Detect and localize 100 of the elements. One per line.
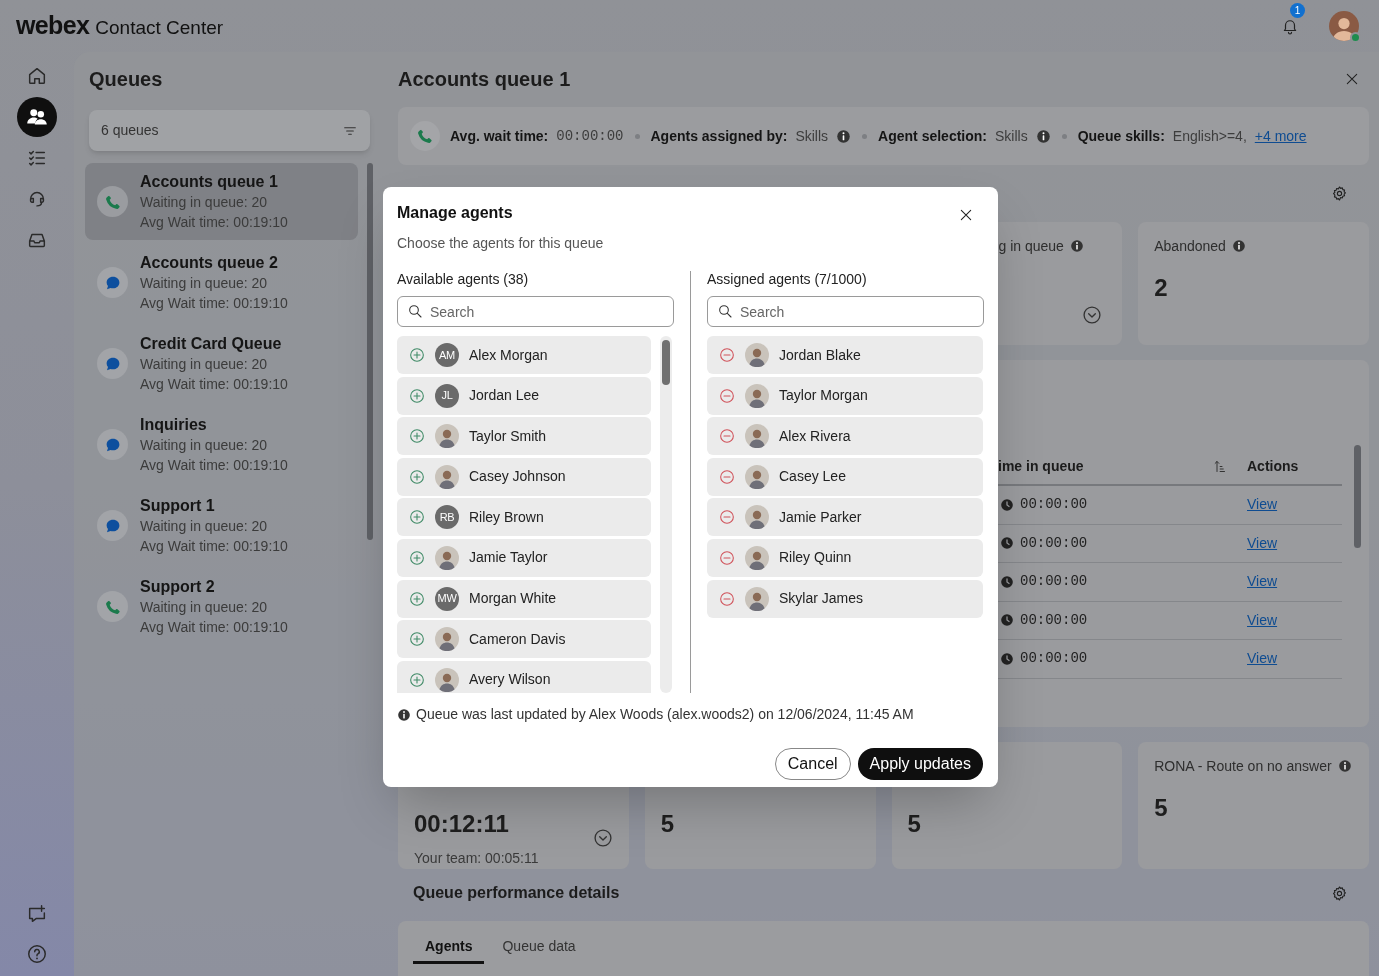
search-field[interactable]: Search xyxy=(707,296,984,327)
agent-row[interactable]: Taylor Smith xyxy=(397,417,651,456)
queue-list-item[interactable]: Inquiries Waiting in queue: 20 Avg Wait time: 00:19:10 xyxy=(85,406,358,483)
add-icon[interactable] xyxy=(409,468,425,485)
agent-row[interactable]: RB Riley Brown xyxy=(397,498,651,537)
queue-name: Accounts queue 2 xyxy=(140,252,279,273)
queue-waiting: Waiting in queue: 20 xyxy=(140,516,269,536)
add-icon[interactable] xyxy=(409,509,425,526)
user-avatar[interactable] xyxy=(1329,11,1359,41)
add-icon[interactable] xyxy=(409,428,425,445)
add-icon[interactable] xyxy=(409,549,425,566)
remove-icon[interactable] xyxy=(719,387,735,404)
home-icon xyxy=(26,65,48,87)
agent-row[interactable]: Riley Quinn xyxy=(707,538,983,577)
scrollbar-track[interactable] xyxy=(660,336,672,693)
scrollbar-thumb[interactable] xyxy=(662,340,670,385)
remove-icon[interactable] xyxy=(719,468,735,485)
add-icon[interactable] xyxy=(409,347,425,363)
agent-row[interactable]: Jamie Taylor xyxy=(397,538,651,577)
scrollbar-thumb[interactable] xyxy=(367,163,373,540)
agent-row[interactable]: Jamie Parker xyxy=(707,498,983,537)
queue-name: Credit Card Queue xyxy=(140,333,283,354)
agent-row[interactable]: MW Morgan White xyxy=(397,579,651,618)
logo-wordmark: webex xyxy=(16,10,90,42)
add-icon[interactable] xyxy=(409,590,425,607)
info-icon[interactable] xyxy=(1337,759,1352,773)
agent-row[interactable]: Cameron Davis xyxy=(397,620,651,659)
queue-list-item[interactable]: Credit Card Queue Waiting in queue: 20 Avg Wait time: 00:19:10 xyxy=(85,325,358,402)
tab[interactable]: Agents xyxy=(413,936,485,964)
initials-avatar: MW xyxy=(435,586,459,611)
clock-icon xyxy=(1000,613,1014,628)
close-icon[interactable] xyxy=(958,207,974,223)
agent-row[interactable]: Taylor Morgan xyxy=(707,376,983,415)
stat-value: 00:12:11 xyxy=(414,809,509,839)
agent-name: Casey Johnson xyxy=(469,467,566,487)
remove-icon[interactable] xyxy=(719,590,735,607)
agent-row[interactable]: Casey Lee xyxy=(707,457,983,496)
clock-icon xyxy=(1000,536,1014,551)
queue-avg-wait: Avg Wait time: 00:19:10 xyxy=(140,374,288,394)
agent-name: Jamie Taylor xyxy=(469,548,548,568)
agent-name: Avery Wilson xyxy=(469,670,551,690)
scrollbar-thumb[interactable] xyxy=(1354,445,1361,548)
avatar-icon xyxy=(745,424,769,449)
tab[interactable]: Queue data xyxy=(490,936,588,964)
queue-list-item[interactable]: Support 2 Waiting in queue: 20 Avg Wait time: 00:19:10 xyxy=(85,568,358,645)
queue-name: Support 1 xyxy=(140,495,216,516)
info-label: Queue skills: xyxy=(1077,126,1165,146)
queue-waiting: Waiting in queue: 20 xyxy=(140,192,269,212)
agent-row[interactable]: Avery Wilson xyxy=(397,660,651,693)
remove-icon[interactable] xyxy=(719,549,735,566)
agent-row[interactable]: Casey Johnson xyxy=(397,457,651,496)
remove-icon[interactable] xyxy=(719,428,735,445)
agent-row[interactable]: Jordan Blake xyxy=(707,336,983,374)
agent-row[interactable]: JL Jordan Lee xyxy=(397,376,651,415)
avatar-icon xyxy=(435,424,459,449)
queue-list-item[interactable]: Accounts queue 1 Waiting in queue: 20 Avg Wait time: 00:19:10 xyxy=(85,163,358,240)
bell-icon[interactable] xyxy=(1281,17,1299,35)
agent-row[interactable]: Alex Rivera xyxy=(707,417,983,456)
info-value: Skills xyxy=(795,126,829,146)
avatar-icon xyxy=(745,586,769,611)
add-icon[interactable] xyxy=(409,387,425,404)
info-icon[interactable] xyxy=(836,128,852,144)
queue-list-item[interactable]: Support 1 Waiting in queue: 20 Avg Wait time: 00:19:10 xyxy=(85,487,358,564)
avatar-icon xyxy=(745,505,769,530)
avatar-icon xyxy=(745,464,769,489)
chevron-down-icon[interactable] xyxy=(1082,305,1103,325)
nav-button[interactable] xyxy=(17,97,57,137)
remove-icon[interactable] xyxy=(719,509,735,526)
initials-avatar: JL xyxy=(435,383,459,408)
apply-button[interactable]: Apply updates xyxy=(857,748,983,780)
chevron-down-icon[interactable] xyxy=(592,828,613,848)
info-icon[interactable] xyxy=(1069,239,1084,253)
cancel-button[interactable]: Cancel xyxy=(774,748,851,780)
queue-filter-bar[interactable]: 6 queues xyxy=(89,110,370,151)
info-icon[interactable] xyxy=(1035,128,1051,144)
add-icon[interactable] xyxy=(409,671,425,688)
agent-name: Skylar James xyxy=(779,589,864,609)
remove-icon[interactable] xyxy=(719,347,735,363)
panel-title: Queues xyxy=(89,67,164,92)
info-value: English>=4, xyxy=(1172,126,1247,146)
initials-avatar: AM xyxy=(435,343,459,367)
search-icon xyxy=(407,303,423,319)
avatar-icon xyxy=(745,545,769,570)
queue-list-item[interactable]: Accounts queue 2 Waiting in queue: 20 Avg Wait time: 00:19:10 xyxy=(85,244,358,321)
add-icon[interactable] xyxy=(409,631,425,648)
search-field[interactable]: Search xyxy=(397,296,674,327)
settings-icon[interactable] xyxy=(1331,185,1348,202)
agent-row[interactable]: Skylar James xyxy=(707,579,983,618)
queue-waiting: Waiting in queue: 20 xyxy=(140,435,269,455)
sort-icon[interactable] xyxy=(1212,458,1227,474)
agent-row[interactable]: AM Alex Morgan xyxy=(397,336,651,374)
last-updated-note: Queue was last updated by Alex Woods (alex.woods2) on 12/06/2024, 11:45 AM xyxy=(416,705,914,724)
initials-avatar: RB xyxy=(435,505,459,530)
clock-icon xyxy=(1000,574,1014,589)
settings-icon[interactable] xyxy=(1331,884,1348,902)
queue-avg-wait: Avg Wait time: 00:19:10 xyxy=(140,455,288,475)
info-icon[interactable] xyxy=(1231,239,1246,253)
agent-name: Taylor Morgan xyxy=(779,386,868,406)
notification-badge: 1 xyxy=(1290,3,1305,18)
queue-avg-wait: Avg Wait time: 00:19:10 xyxy=(140,293,288,313)
